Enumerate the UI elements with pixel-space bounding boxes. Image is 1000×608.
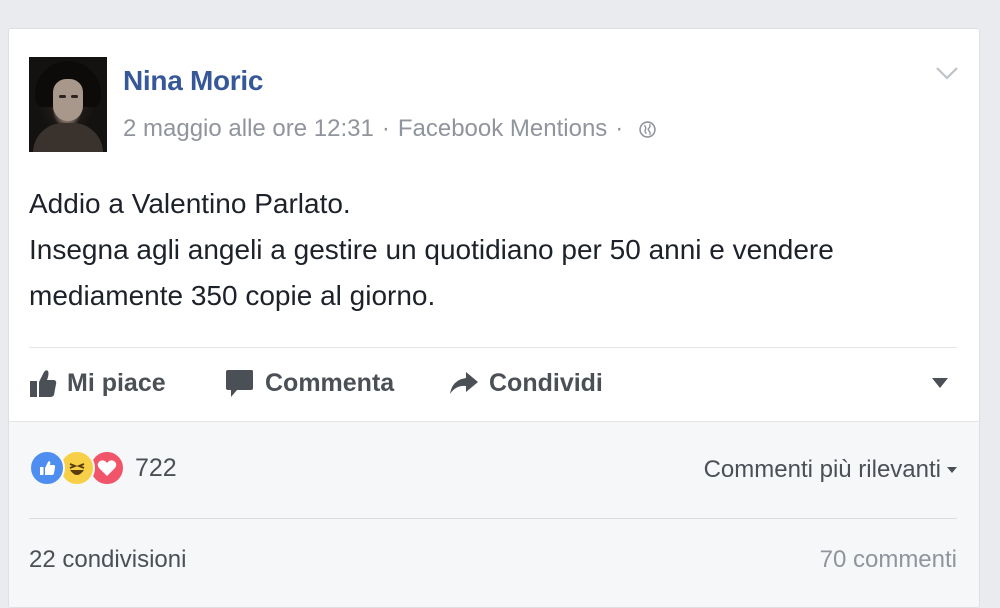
post-timestamp[interactable]: 2 maggio alle ore 12:31 [123,115,374,143]
post-text-line: Addio a Valentino Parlato. [29,188,351,219]
comment-sort-dropdown[interactable]: Commenti più rilevanti [704,456,957,484]
caret-down-icon[interactable] [931,377,949,389]
comment-button[interactable]: Commenta [225,367,394,399]
comments-count-link[interactable]: 70 commenti [820,546,957,574]
share-button[interactable]: Condividi [449,369,603,398]
author-name-link[interactable]: Nina Moric [123,65,263,97]
post-text: Addio a Valentino Parlato. Insegna agli … [29,181,929,319]
like-label: Mi piace [67,368,166,397]
post-text-line: mediamente 350 copie al giorno. [29,280,436,311]
comment-icon [226,370,253,397]
post-footer: 722 Commenti più rilevanti 22 condivisio… [9,421,979,607]
avatar-face [53,79,83,121]
like-reaction-icon [29,450,65,486]
share-label: Condividi [489,368,603,397]
sort-caret-icon [947,467,957,473]
avatar-shoulder [33,123,103,152]
chevron-down-icon[interactable] [935,65,959,81]
meta-separator-2: · [615,115,624,142]
post-text-line: Insegna agli angeli a gestire un quotidi… [29,234,834,265]
post-card: Nina Moric 2 maggio alle ore 12:31 · Fac… [8,28,980,608]
thumbs-up-icon [30,370,57,397]
comment-label: Commenta [265,368,395,397]
meta-separator: · [381,115,390,142]
footer-divider [29,518,957,519]
avatar-eye-left [59,95,66,98]
sort-label: Commenti più rilevanti [703,456,941,483]
post-meta: 2 maggio alle ore 12:31 · Facebook Menti… [123,115,657,143]
share-arrow-icon [450,372,478,394]
reactions-summary[interactable]: 722 [29,450,177,486]
like-button[interactable]: Mi piace [29,368,166,398]
reaction-count: 722 [135,453,177,482]
shares-count-link[interactable]: 22 condivisioni [29,546,186,574]
author-avatar[interactable] [29,57,107,152]
action-divider [29,347,957,348]
globe-icon[interactable] [639,120,657,138]
post-source[interactable]: Facebook Mentions [398,115,607,143]
avatar-eye-right [71,95,78,98]
